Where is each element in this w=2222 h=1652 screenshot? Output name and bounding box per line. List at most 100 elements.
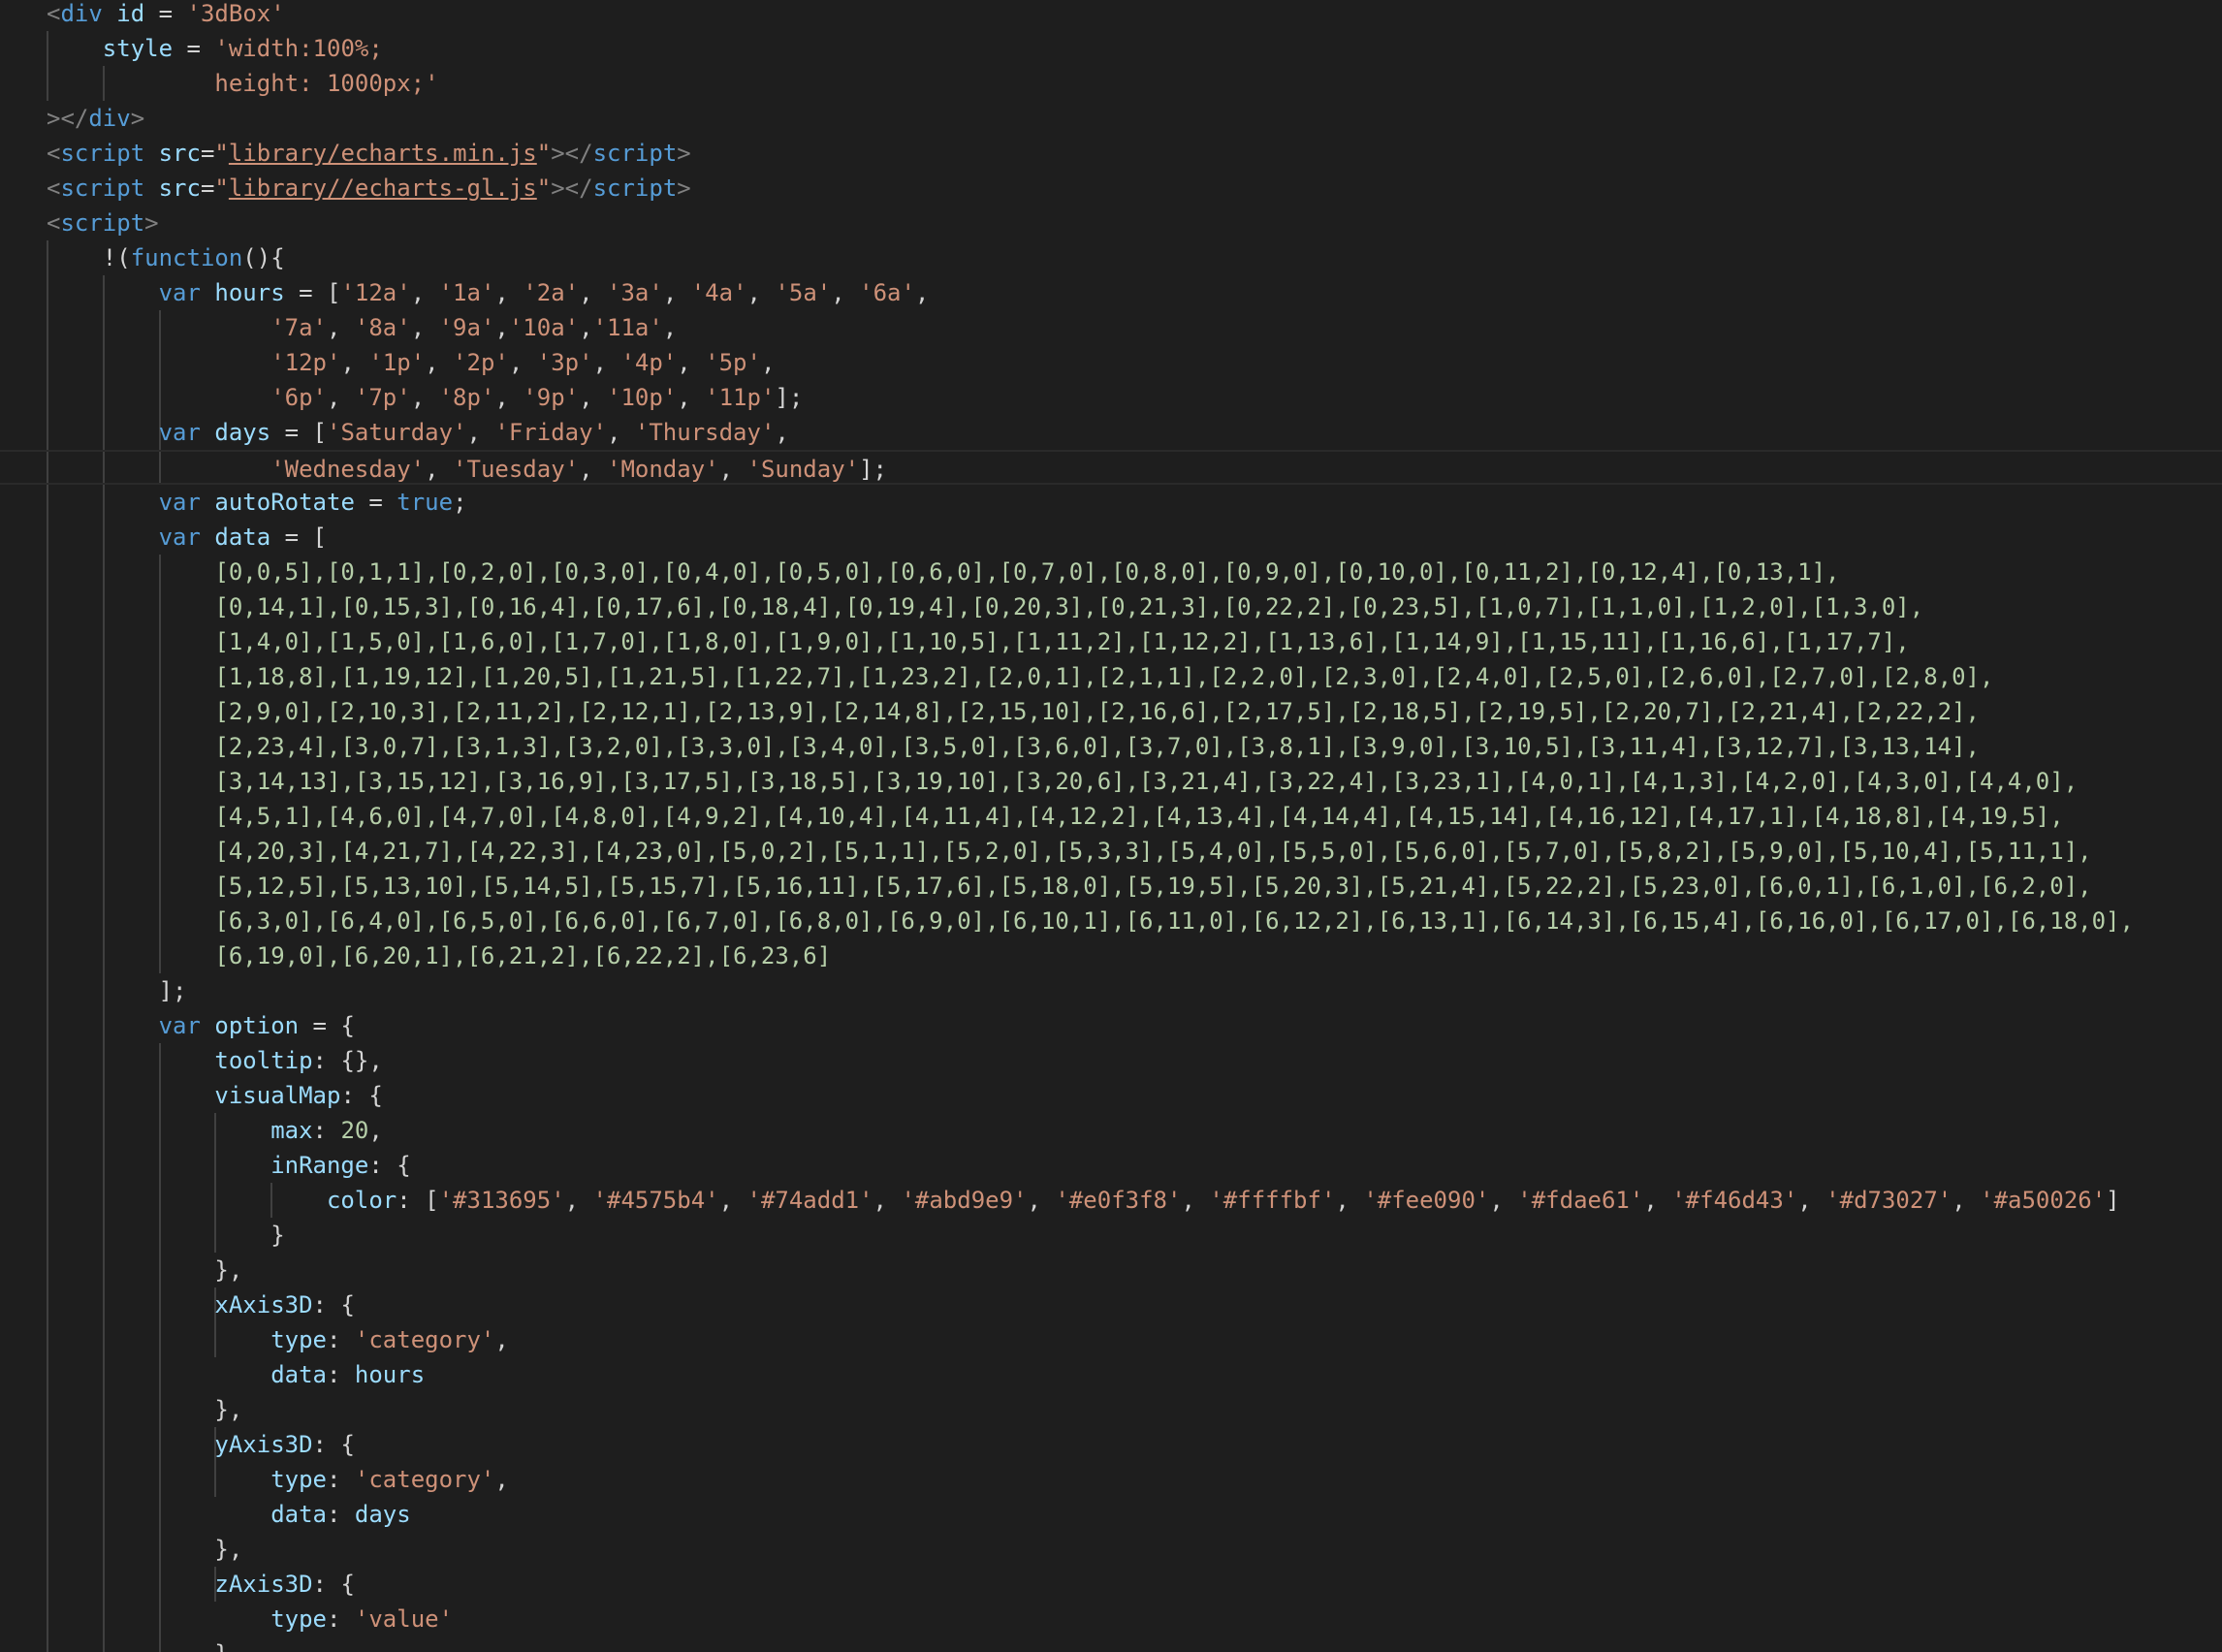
code-line: [5,12,5],[5,13,10],[5,14,5],[5,15,7],[5,… [0, 869, 2091, 904]
code-token: , [579, 279, 608, 306]
code-token: id [116, 0, 145, 27]
code-token: < [47, 140, 61, 167]
code-token: , [1797, 1187, 1826, 1214]
code-token: visualMap [214, 1082, 341, 1109]
code-token: var [158, 1012, 201, 1039]
code-token: function [130, 244, 243, 271]
code-token: days [214, 419, 271, 446]
code-token: , [677, 384, 706, 411]
code-token: autoRotate [214, 489, 355, 516]
code-line: }, [0, 1392, 242, 1427]
code-token[interactable]: library/echarts.min.js [229, 140, 537, 167]
code-token: , [326, 314, 355, 341]
code-token: 'Monday' [607, 456, 719, 483]
code-token: , [1952, 1187, 1981, 1214]
code-token: , [494, 314, 509, 341]
code-token: = { [299, 1012, 355, 1039]
code-line: [6,3,0],[6,4,0],[6,5,0],[6,6,0],[6,7,0],… [0, 904, 2134, 938]
code-token: , [718, 456, 747, 483]
code-line: zAxis3D: { [0, 1567, 355, 1602]
code-token: ]; [775, 384, 804, 411]
code-line: 'Wednesday', 'Tuesday', 'Monday', 'Sunda… [0, 450, 2222, 485]
code-token: : {}, [312, 1047, 383, 1074]
code-token: = [173, 35, 215, 62]
code-token: '3dBox' [186, 0, 285, 27]
code-token: ]; [859, 456, 887, 483]
code-token: hours [214, 279, 285, 306]
code-token: , [579, 384, 607, 411]
code-token: , [775, 419, 789, 446]
code-token: : [326, 1605, 355, 1633]
code-token: < [47, 0, 61, 27]
code-token: '#abd9e9' [901, 1187, 1028, 1214]
code-token: '8p' [438, 384, 495, 411]
code-token: , [1335, 1187, 1364, 1214]
code-token: ></ [47, 105, 89, 132]
code-line: [2,9,0],[2,10,3],[2,11,2],[2,12,1],[2,13… [0, 694, 1980, 729]
code-token: [1,18,8],[1,19,12],[1,20,5],[1,21,5],[1,… [214, 663, 1994, 690]
code-token: '5p' [705, 349, 761, 376]
code-line: <div id = '3dBox' [0, 0, 285, 31]
code-line: }, [0, 1253, 242, 1287]
code-token: ]; [158, 977, 187, 1004]
code-line: max: 20, [0, 1113, 383, 1148]
code-token: , [410, 314, 439, 341]
code-token: , [579, 456, 607, 483]
code-token: true [397, 489, 454, 516]
code-line: type: 'category', [0, 1462, 509, 1497]
code-line: <script src="library//echarts-gl.js"></s… [0, 171, 691, 206]
code-token: '#ffffbf' [1209, 1187, 1336, 1214]
code-token: '12a' [340, 279, 411, 306]
code-token: , [1489, 1187, 1518, 1214]
code-token: , [410, 384, 439, 411]
code-token: zAxis3D [214, 1571, 313, 1598]
code-token: '7p' [354, 384, 411, 411]
code-token: ] [2106, 1187, 2120, 1214]
code-token: , [662, 279, 691, 306]
code-line: [3,14,13],[3,15,12],[3,16,9],[3,17,5],[3… [0, 764, 2078, 799]
code-token: 'Thursday' [634, 419, 776, 446]
code-token: 'Tuesday' [453, 456, 580, 483]
code-line: type: 'value' [0, 1602, 453, 1636]
code-editor[interactable]: <div id = '3dBox' style = 'width:100%; h… [0, 0, 2222, 1652]
code-token: '6a' [859, 279, 915, 306]
code-token: [6,19,0],[6,20,1],[6,21,2],[6,22,2],[6,2… [214, 942, 832, 969]
code-token: , [718, 1187, 747, 1214]
code-token: '#f46d43' [1671, 1187, 1798, 1214]
code-token: , [1643, 1187, 1672, 1214]
code-token: , [425, 456, 454, 483]
code-token: } [270, 1222, 285, 1249]
code-token: > [130, 105, 145, 132]
code-token: type [270, 1466, 327, 1493]
code-token: [6,3,0],[6,4,0],[6,5,0],[6,6,0],[6,7,0],… [214, 907, 2134, 935]
code-line: [1,4,0],[1,5,0],[1,6,0],[1,7,0],[1,8,0],… [0, 624, 1909, 659]
code-line: }, [0, 1532, 242, 1567]
code-token: days [354, 1501, 411, 1528]
code-token: max [270, 1117, 313, 1144]
code-token[interactable]: library//echarts-gl.js [229, 175, 537, 202]
code-token: data [270, 1501, 327, 1528]
code-token: < [47, 175, 61, 202]
code-token: , [410, 279, 439, 306]
code-token: '1p' [368, 349, 426, 376]
code-token: " [536, 175, 552, 202]
code-token: data [270, 1361, 327, 1388]
code-token: '1a' [438, 279, 495, 306]
code-token: , [494, 1466, 509, 1493]
code-token: '11a' [592, 314, 663, 341]
